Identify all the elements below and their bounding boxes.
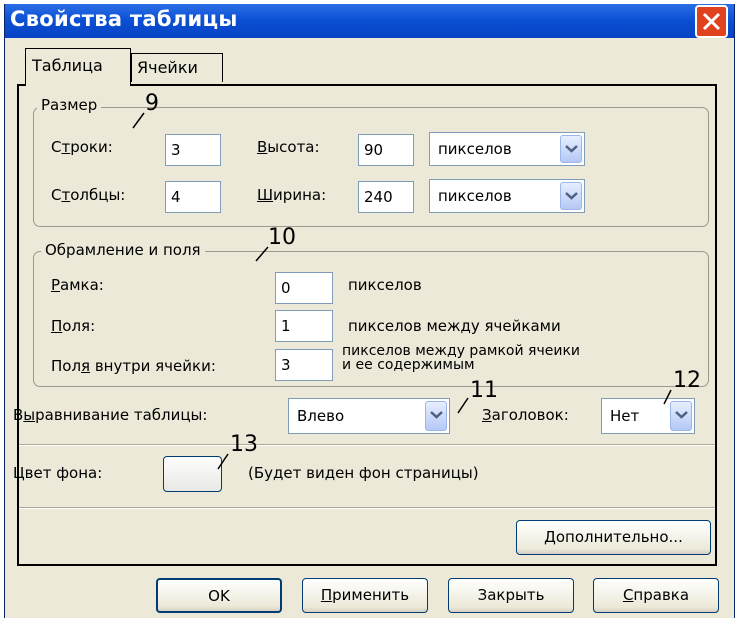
table-properties-dialog: Свойства таблицы Таблица Ячейки Размер С… (4, 4, 735, 618)
tab-table[interactable]: Таблица (25, 48, 131, 86)
annotation-leader-lines (132, 112, 672, 470)
